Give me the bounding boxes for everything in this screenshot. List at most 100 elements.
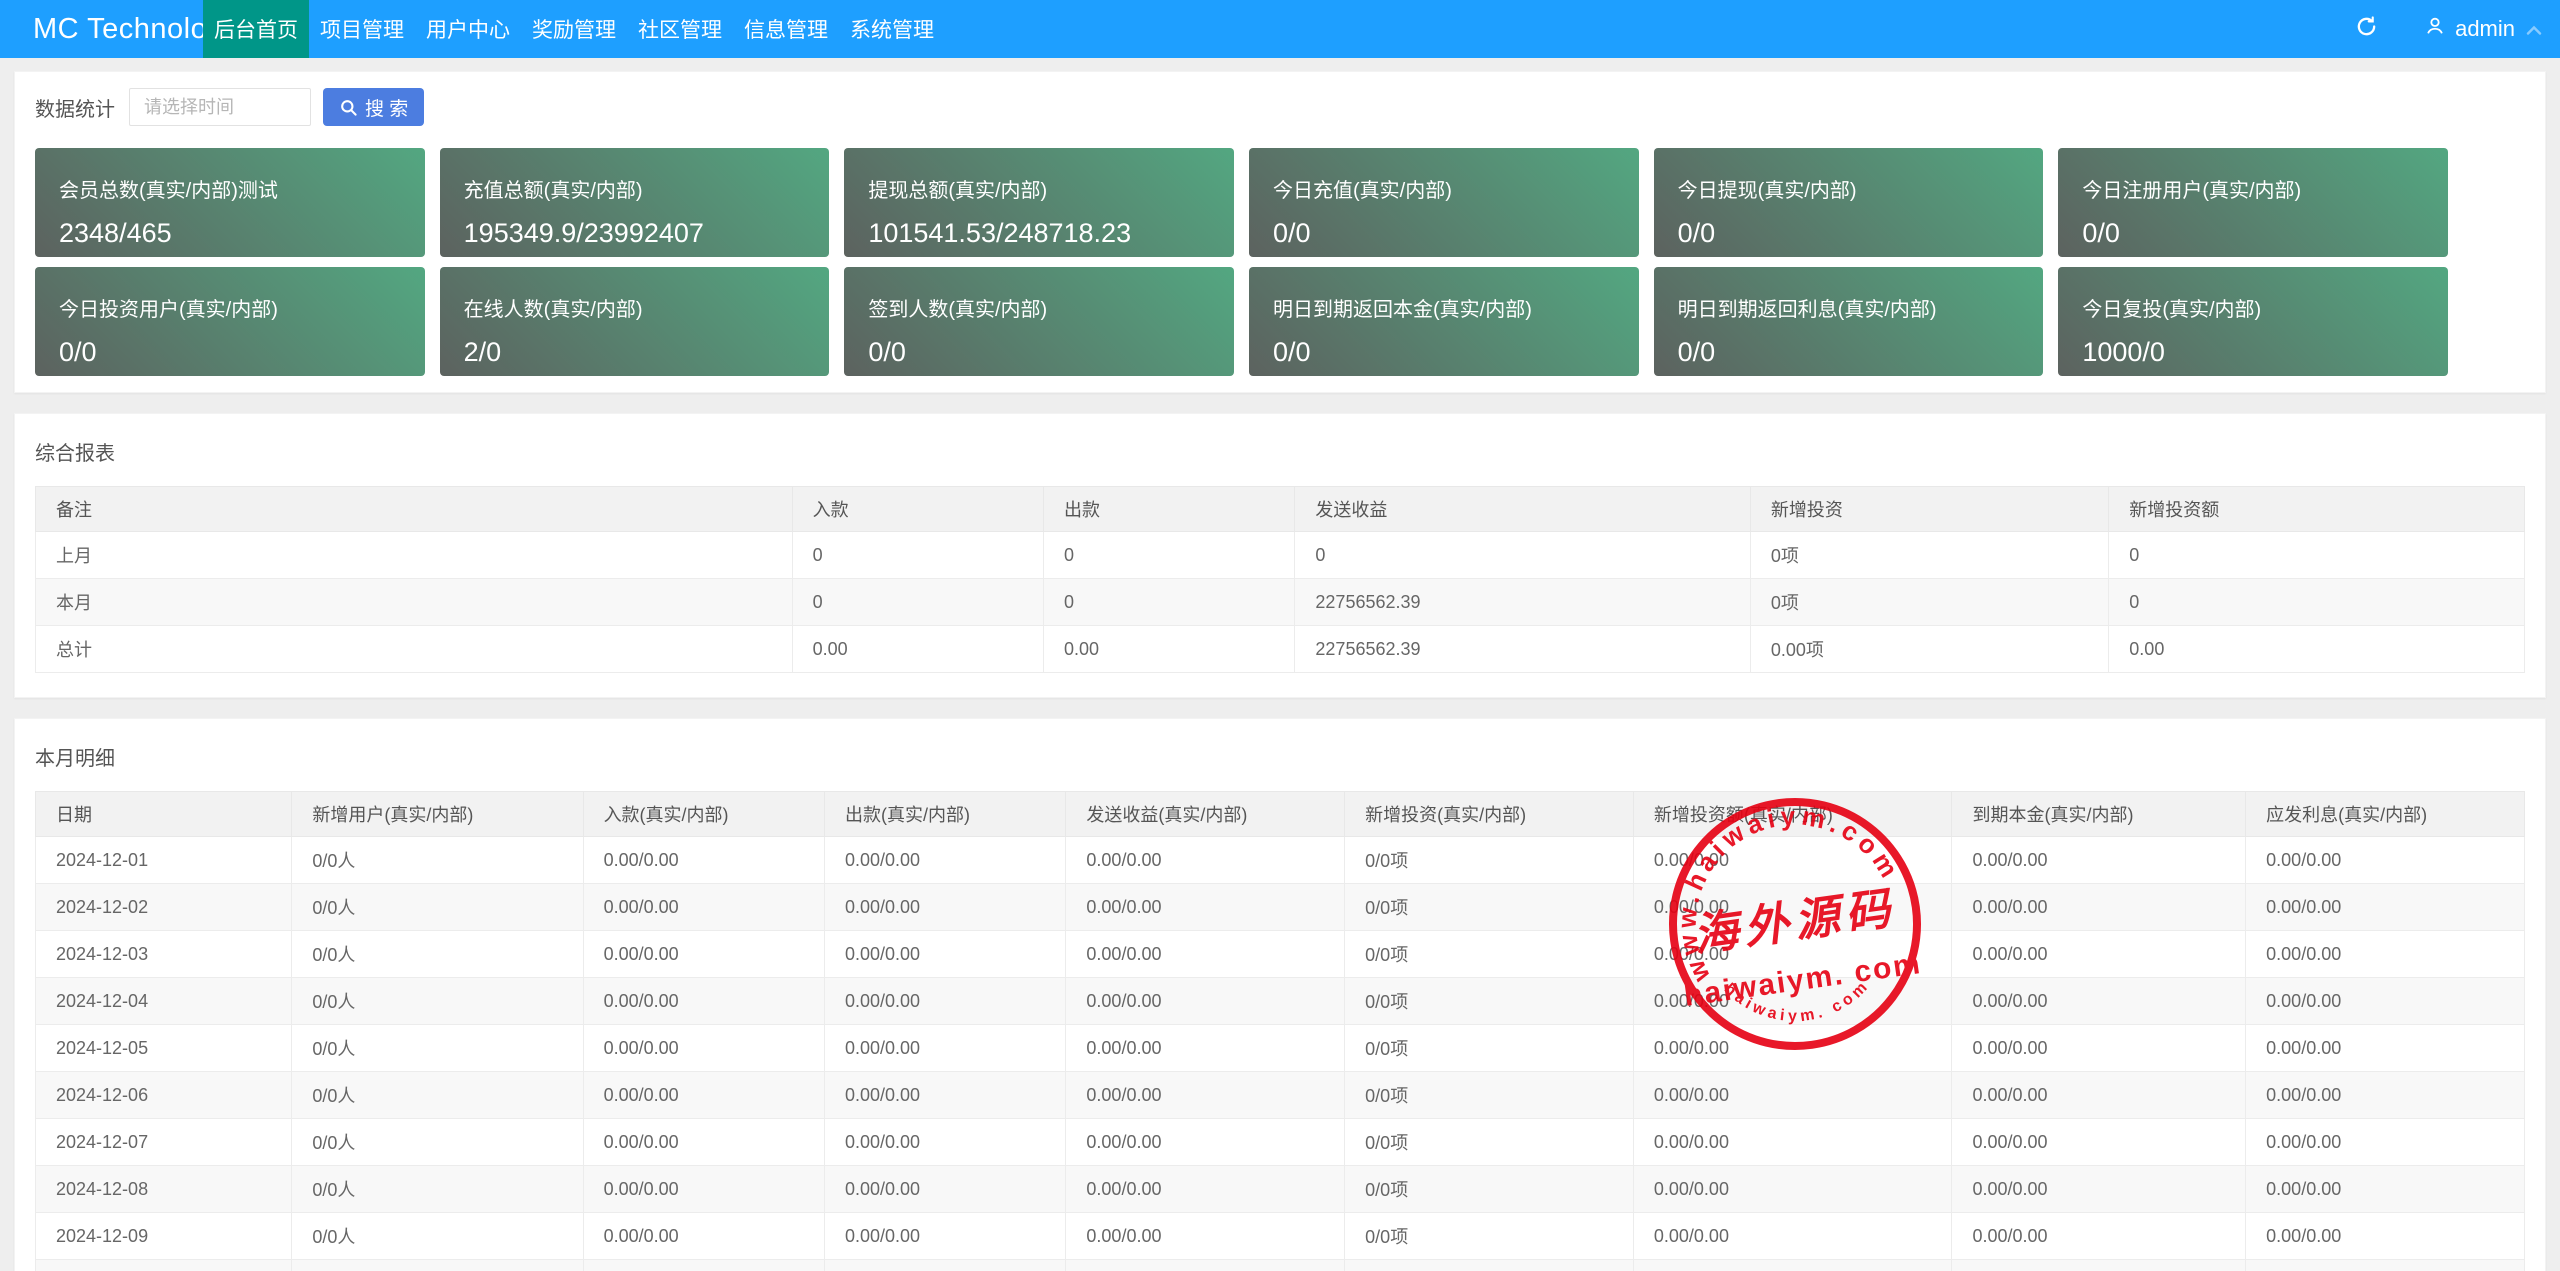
cell: 2024-12-04 [34,977,293,1025]
cell: 0/0项 [1344,1071,1634,1119]
user-icon [2424,15,2446,43]
date-input[interactable] [129,88,311,126]
refresh-icon [2355,15,2378,43]
cell: 0.00/0.00 [1951,883,2247,931]
cell: 0.00/0.00 [1951,1165,2247,1213]
stat-card: 今日充值(真实/内部) 0/0 [1248,148,1639,257]
cell: 0.00/0.00 [823,1259,1067,1271]
stat-card-value: 1000/0 [2082,337,2165,367]
cell: 0/0人 [291,1071,584,1119]
stat-card-label: 明日到期返回利息(真实/内部) [1677,299,1937,321]
search-button[interactable]: 搜 索 [323,88,425,126]
cell: 0/0项 [1344,930,1634,978]
refresh-button[interactable] [2329,0,2404,58]
cell: 2024-12-10 [34,1259,293,1271]
nav-item-0[interactable]: 后台首页 [203,0,309,58]
navbar: MC Technology 后台首页 项目管理 用户中心 奖励管理 社区管理 信息管理 系统… [0,0,2560,58]
cell: 0.00/0.00 [1951,1212,2247,1260]
column-header: 出款 [1043,486,1296,532]
cell: 22756562.39 [1294,625,1751,673]
nav-item-1[interactable]: 项目管理 [309,0,415,58]
cell: 0/0项 [1344,977,1634,1025]
nav-item-5[interactable]: 信息管理 [733,0,839,58]
column-header: 到期本金(真实/内部) [1951,791,2247,837]
nav-item-2[interactable]: 用户中心 [415,0,521,58]
column-header: 入款 [791,486,1045,532]
cell: 0.00/0.00 [2245,930,2525,978]
cell: 0/0人 [291,930,584,978]
cell: 本月 [35,578,793,626]
user-menu[interactable]: admin [2404,0,2560,58]
table-row: 2024-12-07 0/0人 0.00/0.00 0.00/0.00 0.00/0.0… [34,1118,2525,1166]
cell: 0.00/0.00 [1065,1212,1346,1260]
cell: 0/0人 [291,1259,584,1271]
cell: 0.00/0.00 [823,1071,1067,1119]
stat-card: 充值总额(真实/内部) 195349.9/23992407 [439,148,830,257]
cell: 0.00/0.00 [2245,1071,2525,1119]
nav-item-6[interactable]: 系统管理 [839,0,945,58]
cell: 0.00/0.00 [582,1024,825,1072]
stat-card: 今日注册用户(真实/内部) 0/0 [2058,148,2448,257]
cell: 0.00/0.00 [823,836,1067,884]
column-header: 发送收益(真实/内部) [1065,791,1346,837]
stat-card-label: 今日提现(真实/内部) [1677,180,1857,202]
cell: 2024-12-05 [34,1024,293,1072]
cell: 0.00/0.00 [1632,1259,1953,1271]
column-header: 新增投资 [1749,486,2110,532]
cell: 0/0项 [1344,1024,1634,1072]
cell: 0.00/0.00 [1632,1024,1953,1072]
cell: 0.00/0.00 [1065,977,1346,1025]
cell: 0.00/0.00 [823,1165,1067,1213]
cell: 0.00/0.00 [582,1259,825,1271]
cell: 0.00/0.00 [582,930,825,978]
cell: 0.00/0.00 [582,836,825,884]
stat-card-label: 明日到期返回本金(真实/内部) [1272,299,1532,321]
stat-card-label: 会员总数(真实/内部)测试 [59,180,278,202]
cell: 0项 [1749,578,2110,626]
nav-item-4[interactable]: 社区管理 [627,0,733,58]
cell: 0.00/0.00 [1951,1118,2247,1166]
cell: 0.00/0.00 [823,930,1067,978]
stat-card-value: 0/0 [1677,218,1716,248]
cell: 0.00/0.00 [1632,930,1953,978]
nav-item-3[interactable]: 奖励管理 [521,0,627,58]
stat-card: 明日到期返回利息(真实/内部) 0/0 [1653,267,2044,376]
stat-card-value: 2348/465 [59,218,172,248]
nav-menu: 后台首页 项目管理 用户中心 奖励管理 社区管理 信息管理 系统管理 [203,0,945,58]
cell: 0.00/0.00 [1951,930,2247,978]
stat-card-label: 在线人数(真实/内部) [463,299,643,321]
cell: 0.00/0.00 [2245,1165,2525,1213]
search-icon [339,98,358,117]
cell: 0.00/0.00 [1065,1024,1346,1072]
cell: 0/0项 [1344,883,1634,931]
stat-card-value: 0/0 [1272,218,1311,248]
stat-card-label: 充值总额(真实/内部) [463,180,643,202]
stat-card-label: 今日充值(真实/内部) [1272,180,1452,202]
stat-card: 在线人数(真实/内部) 2/0 [439,267,830,376]
cell: 0.00/0.00 [1951,1259,2247,1271]
cell: 2024-12-06 [34,1071,293,1119]
cell: 0.00/0.00 [1065,1071,1346,1119]
cell: 0/0人 [291,1024,584,1072]
cell: 0.00/0.00 [582,1212,825,1260]
stat-card-value: 195349.9/23992407 [463,218,704,248]
table-row: 上月 0 0 0 0项 0 [35,531,2525,579]
cell: 0.00/0.00 [823,883,1067,931]
cell: 0项 [1749,531,2110,579]
cell: 0.00/0.00 [2245,1259,2525,1271]
cell: 0.00/0.00 [823,1212,1067,1260]
cell: 0.00项 [1749,625,2110,673]
cell: 0.00/0.00 [1951,1024,2247,1072]
cell: 0.00/0.00 [582,1118,825,1166]
column-header: 发送收益 [1294,486,1751,532]
cell: 0.00/0.00 [1951,1071,2247,1119]
cell: 总计 [35,625,793,673]
cell: 0/0人 [291,1212,584,1260]
column-header: 应发利息(真实/内部) [2245,791,2525,837]
stat-card-value: 0/0 [59,337,97,367]
cell: 0.00 [791,625,1045,673]
cell: 0.00/0.00 [1065,1165,1346,1213]
cell: 上月 [35,531,793,579]
cell: 2024-12-02 [34,883,293,931]
user-name: admin [2455,16,2515,41]
